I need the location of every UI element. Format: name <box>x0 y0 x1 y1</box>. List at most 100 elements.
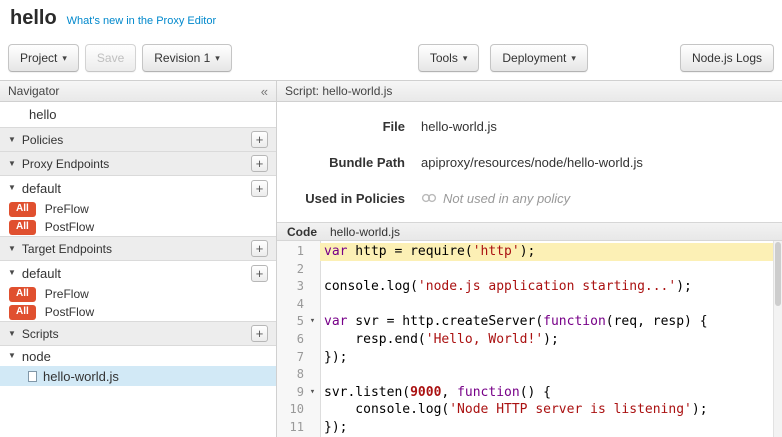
save-button[interactable]: Save <box>85 44 136 72</box>
nodejs-logs-label: Node.js Logs <box>692 51 762 65</box>
add-proxy-endpoint-button[interactable]: + <box>251 155 268 172</box>
project-menu-label: Project <box>20 51 57 65</box>
token-plain: ); <box>543 332 559 347</box>
collapse-navigator-button[interactable]: « <box>261 84 268 99</box>
line-number: 9 <box>277 384 305 402</box>
page-title: hello <box>10 7 57 30</box>
code-text: var svr = http.createServer(function(req… <box>320 313 782 331</box>
line-number: 11 <box>277 419 305 437</box>
fold-arrow-icon[interactable]: ▾ <box>305 384 320 402</box>
line-number: 6 <box>277 331 305 349</box>
code-text: var http = require('http'); <box>320 243 782 261</box>
fold-spacer <box>305 243 320 261</box>
code-line[interactable]: 9▾svr.listen(9000, function() { <box>277 384 782 402</box>
add-target-flow-button[interactable]: + <box>251 265 268 282</box>
token-str: 'http' <box>473 244 520 259</box>
line-number: 10 <box>277 401 305 419</box>
target-postflow-label: PostFlow <box>45 305 94 319</box>
proxy-preflow-item[interactable]: All PreFlow <box>0 200 276 218</box>
file-row: File hello-world.js <box>277 108 782 144</box>
code-line[interactable]: 11}); <box>277 419 782 437</box>
fold-arrow-icon[interactable]: ▾ <box>305 313 320 331</box>
deployment-menu-button[interactable]: Deployment ▾ <box>490 44 588 72</box>
code-line[interactable]: 4 <box>277 296 782 314</box>
code-line[interactable]: 3 console.log('node.js application starti… <box>277 278 782 296</box>
project-menu-button[interactable]: Project ▾ <box>8 44 79 72</box>
proxy-postflow-label: PostFlow <box>45 220 94 234</box>
revision-menu-button[interactable]: Revision 1 ▾ <box>142 44 232 72</box>
scripts-node-group[interactable]: ▼ node <box>0 346 276 366</box>
section-scripts[interactable]: ▼ Scripts + <box>0 321 276 346</box>
unlink-icon <box>421 193 437 203</box>
file-value: hello-world.js <box>421 119 497 134</box>
code-line[interactable]: 5▾var svr = http.createServer(function(r… <box>277 313 782 331</box>
disclosure-triangle-icon: ▼ <box>8 184 16 192</box>
code-line[interactable]: 8 <box>277 366 782 384</box>
token-plain: console.log( <box>324 402 449 417</box>
add-script-button[interactable]: + <box>251 325 268 342</box>
code-text: console.log('Node HTTP server is listeni… <box>320 401 782 419</box>
code-text <box>320 366 782 384</box>
add-policy-button[interactable]: + <box>251 131 268 148</box>
token-str: 'Node HTTP server is listening' <box>449 402 692 417</box>
code-line[interactable]: 6 resp.end('Hello, World!'); <box>277 331 782 349</box>
token-plain: }); <box>324 420 347 435</box>
proxy-endpoint-default-label: default <box>22 181 61 196</box>
condition-badge: All <box>9 220 36 235</box>
fold-spacer <box>305 419 320 437</box>
fold-spacer <box>305 296 320 314</box>
scrollbar-thumb[interactable] <box>775 242 781 306</box>
code-text <box>320 261 782 279</box>
tools-menu-button[interactable]: Tools ▾ <box>418 44 480 72</box>
token-num: 9000 <box>410 385 441 400</box>
code-line[interactable]: 1var http = require('http'); <box>277 243 782 261</box>
proxy-root-label: hello <box>29 107 56 122</box>
code-lines: 1var http = require('http');2 3 console.l… <box>277 243 782 437</box>
token-plain: , <box>441 385 457 400</box>
tree-item-proxy-root[interactable]: hello <box>0 102 276 127</box>
section-policies[interactable]: ▼ Policies + <box>0 127 276 152</box>
target-postflow-item[interactable]: All PostFlow <box>0 303 276 321</box>
code-line[interactable]: 10 console.log('Node HTTP server is list… <box>277 401 782 419</box>
proxy-endpoints-section-label: Proxy Endpoints <box>22 157 109 171</box>
code-line[interactable]: 2 <box>277 261 782 279</box>
condition-badge: All <box>9 287 36 302</box>
file-icon <box>28 371 37 382</box>
code-line[interactable]: 7}); <box>277 349 782 367</box>
proxy-endpoint-default-group[interactable]: ▼ default + <box>0 176 276 200</box>
bundle-path-value: apiproxy/resources/node/hello-world.js <box>421 155 643 170</box>
deployment-menu-label: Deployment <box>502 51 566 65</box>
nodejs-logs-button[interactable]: Node.js Logs <box>680 44 774 72</box>
line-number: 7 <box>277 349 305 367</box>
target-preflow-item[interactable]: All PreFlow <box>0 285 276 303</box>
tree-item-hello-world-js[interactable]: hello-world.js <box>0 366 276 386</box>
add-proxy-flow-button[interactable]: + <box>251 180 268 197</box>
fold-spacer <box>305 401 320 419</box>
code-scrollbar[interactable] <box>773 241 782 437</box>
token-plain: resp.end( <box>324 332 426 347</box>
whats-new-link[interactable]: What's new in the Proxy Editor <box>67 15 216 27</box>
condition-badge: All <box>9 202 36 217</box>
code-text: console.log('node.js application startin… <box>320 278 782 296</box>
code-editor[interactable]: 1var http = require('http');2 3 console.l… <box>277 241 782 437</box>
code-header: Code hello-world.js <box>277 222 782 241</box>
line-number: 3 <box>277 278 305 296</box>
target-endpoints-section-label: Target Endpoints <box>22 242 112 256</box>
fold-spacer <box>305 331 320 349</box>
target-endpoint-default-group[interactable]: ▼ default + <box>0 261 276 285</box>
section-target-endpoints[interactable]: ▼ Target Endpoints + <box>0 236 276 261</box>
navigator-tree: hello ▼ Policies + ▼ Proxy Endpoints + ▼… <box>0 102 276 386</box>
used-in-policies-row: Used in Policies Not used in any policy <box>277 180 782 216</box>
fold-spacer <box>305 366 320 384</box>
token-str: 'Hello, World!' <box>426 332 543 347</box>
token-kw: function <box>457 385 520 400</box>
section-proxy-endpoints[interactable]: ▼ Proxy Endpoints + <box>0 151 276 176</box>
disclosure-triangle-icon: ▼ <box>8 245 16 253</box>
token-kw: function <box>543 314 606 329</box>
script-panel-title: Script: hello-world.js <box>285 84 392 98</box>
caret-down-icon: ▾ <box>463 54 468 63</box>
add-target-endpoint-button[interactable]: + <box>251 240 268 257</box>
disclosure-triangle-icon: ▼ <box>8 160 16 168</box>
proxy-postflow-item[interactable]: All PostFlow <box>0 218 276 236</box>
code-text <box>320 296 782 314</box>
